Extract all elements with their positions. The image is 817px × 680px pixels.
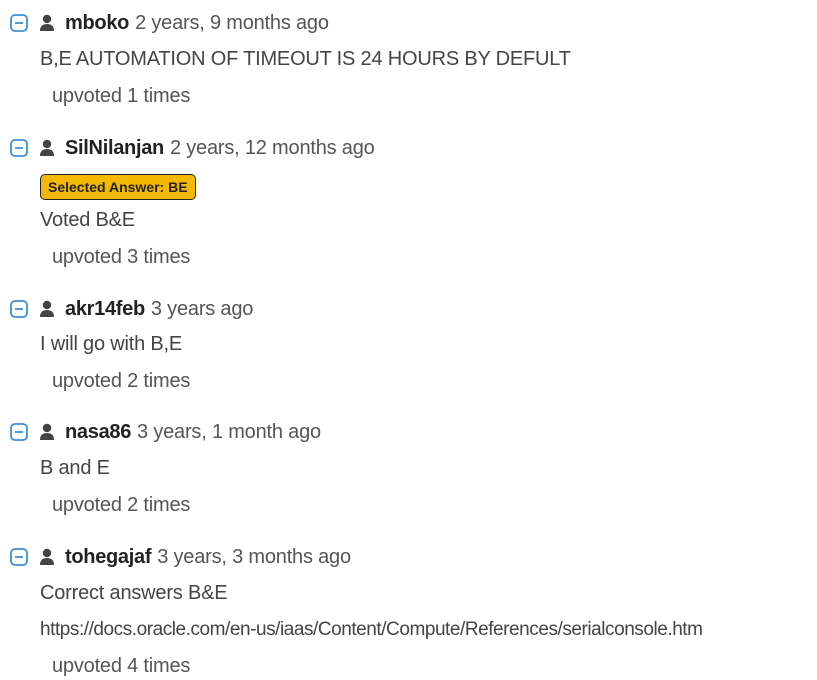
comment-date: 2 years, 9 months ago [135, 11, 329, 34]
upvote-count: upvoted 4 times [52, 655, 191, 677]
user-icon [39, 548, 55, 566]
comment-username[interactable]: mboko [65, 12, 129, 35]
comment-text: B,E AUTOMATION OF TIMEOUT IS 24 HOURS BY… [40, 48, 571, 70]
comment-username[interactable]: tohegajaf [65, 546, 152, 569]
collapse-minus-icon[interactable] [10, 14, 28, 32]
comment-text: B and E [40, 457, 110, 479]
upvote-count: upvoted 1 times [52, 85, 191, 107]
comment-date: 3 years, 3 months ago [157, 545, 351, 568]
comment-username[interactable]: akr14feb [65, 298, 145, 321]
upvote-count: upvoted 2 times [52, 494, 191, 516]
reference-link[interactable]: https://docs.oracle.com/en-us/iaas/Conte… [40, 619, 703, 641]
collapse-minus-icon[interactable] [10, 423, 28, 441]
comment-header: mboko 2 years, 9 months ago [10, 11, 329, 35]
user-icon [39, 423, 55, 441]
collapse-minus-icon[interactable] [10, 548, 28, 566]
comment-username[interactable]: SilNilanjan [65, 137, 164, 160]
comment-date: 3 years ago [150, 297, 254, 320]
user-icon [39, 14, 55, 32]
comment-text: Voted B&E [40, 209, 135, 231]
upvote-count: upvoted 3 times [52, 246, 191, 268]
comment-date: 2 years, 12 months ago [169, 136, 375, 159]
comment-header: akr14feb 3 years ago [10, 297, 253, 321]
comment-header: tohegajaf 3 years, 3 months ago [10, 545, 351, 569]
comment-text: Correct answers B&E [40, 582, 228, 604]
comment-header: nasa86 3 years, 1 month ago [10, 420, 321, 444]
comment-text: I will go with B,E [40, 333, 183, 355]
comment-date: 3 years, 1 month ago [137, 420, 321, 443]
user-icon [39, 300, 55, 318]
selected-answer-badge: Selected Answer: BE [40, 174, 196, 200]
upvote-count: upvoted 2 times [52, 370, 191, 392]
collapse-minus-icon[interactable] [10, 139, 28, 157]
user-icon [39, 139, 55, 157]
collapse-minus-icon[interactable] [10, 300, 28, 318]
comment-username[interactable]: nasa86 [65, 421, 131, 444]
comment-header: SilNilanjan 2 years, 12 months ago [10, 136, 375, 160]
